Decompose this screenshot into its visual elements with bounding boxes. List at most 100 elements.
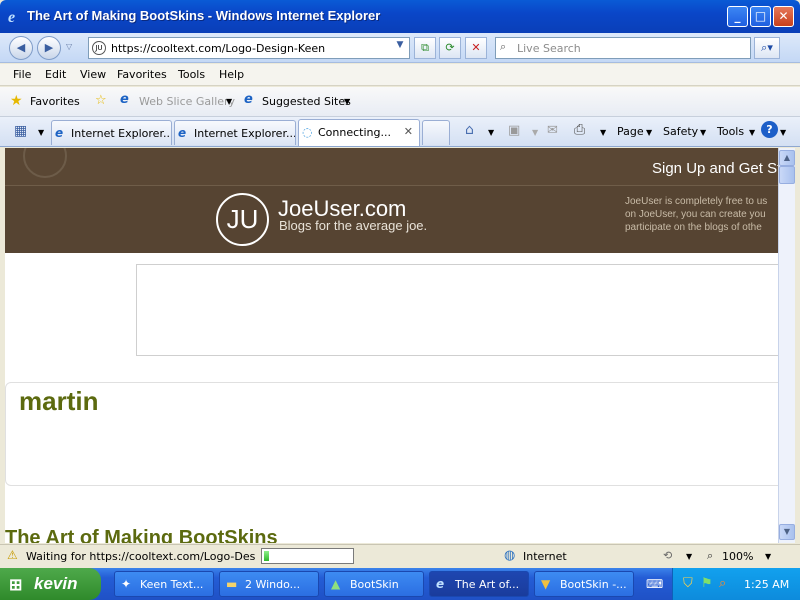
chevron-down-icon[interactable]: ▼ <box>532 128 538 137</box>
tab-1[interactable]: e Internet Explorer... <box>51 120 172 145</box>
address-input[interactable]: https://cooltext.com/Logo-Design-Keen <box>111 42 325 55</box>
recent-pages-dropdown[interactable]: ▽ <box>66 42 72 51</box>
task-keen-text[interactable]: ✦ Keen Text... <box>114 571 214 597</box>
blurb-line: on JoeUser, you can create you <box>625 209 766 220</box>
taskbar: ⊞ kevin ✦ Keen Text... ▬ 2 Windo... ▲ Bo… <box>0 568 800 600</box>
search-button[interactable]: ⌕▾ <box>754 37 780 59</box>
task-bootskin-2[interactable]: ▼ BootSkin -... <box>534 571 634 597</box>
menu-tools[interactable]: Tools <box>178 68 205 81</box>
scroll-up-button[interactable]: ▲ <box>779 150 795 166</box>
zoom-level[interactable]: 100% <box>722 550 753 563</box>
start-button[interactable]: ⊞ kevin <box>0 568 101 600</box>
chevron-down-icon[interactable]: ▼ <box>686 552 692 561</box>
tab-row: ▦ ▼ e Internet Explorer... e Internet Ex… <box>0 117 800 147</box>
chevron-down-icon[interactable]: ▼ <box>226 97 232 106</box>
shield-icon[interactable]: ⛉ <box>683 576 693 591</box>
chevron-down-icon[interactable]: ▼ <box>700 128 706 137</box>
favorites-button[interactable]: Favorites <box>30 95 80 108</box>
faded-logo-icon <box>23 148 67 178</box>
ie-icon: e <box>55 126 64 140</box>
zoom-icon: ⌕ <box>707 549 714 562</box>
task-ie-active[interactable]: e The Art of... <box>429 571 529 597</box>
favorites-bar: ★ Favorites ☆ e Web Slice Gallery ▼ e Su… <box>0 87 800 117</box>
search-icon: ⌕ <box>500 40 507 53</box>
protected-mode-icon[interactable]: ⟲ <box>663 549 672 562</box>
username-heading[interactable]: martin <box>19 386 98 417</box>
suggested-sites-link[interactable]: Suggested Sites <box>262 95 351 108</box>
back-button[interactable]: ◀ <box>9 36 33 60</box>
task-windows-explorer[interactable]: ▬ 2 Windo... <box>219 571 319 597</box>
ie-icon: e <box>120 92 129 107</box>
favorites-star-icon: ★ <box>10 93 23 109</box>
vertical-scrollbar[interactable]: ▲ ▼ <box>778 148 795 543</box>
post-title[interactable]: The Art of Making BootSkins <box>5 527 278 543</box>
new-tab-button[interactable] <box>422 120 450 145</box>
close-tab-icon[interactable]: ✕ <box>404 125 413 138</box>
web-slice-gallery-link[interactable]: Web Slice Gallery <box>139 95 235 108</box>
chevron-down-icon[interactable]: ▼ <box>646 128 652 137</box>
ie-window: e The Art of Making BootSkins - Windows … <box>0 0 800 568</box>
search-icon[interactable]: ⌕ <box>719 576 726 591</box>
page-content: Sign Up and Get St JU JoeUser.com Blogs … <box>5 148 778 543</box>
scroll-down-button[interactable]: ▼ <box>779 524 795 540</box>
search-box[interactable]: ⌕ Live Search <box>495 37 751 59</box>
page-menu-button[interactable]: Page <box>617 125 644 138</box>
stop-button[interactable]: ✕ <box>465 37 487 59</box>
minimize-button[interactable]: _ <box>727 6 748 27</box>
feeds-icon[interactable]: ▣ <box>508 123 520 138</box>
read-mail-icon[interactable]: ✉ <box>547 123 558 138</box>
tools-menu-button[interactable]: Tools <box>717 125 744 138</box>
app-icon: ✦ <box>121 577 132 591</box>
task-label: 2 Windo... <box>245 578 301 591</box>
window-title: The Art of Making BootSkins - Windows In… <box>27 8 381 23</box>
title-bar[interactable]: e The Art of Making BootSkins - Windows … <box>0 0 800 33</box>
keyboard-icon[interactable]: ⌨ <box>646 577 663 591</box>
tab-label: Connecting... <box>318 126 391 139</box>
help-icon[interactable]: ? <box>761 121 778 138</box>
refresh-button[interactable]: ⟳ <box>439 37 461 59</box>
folder-icon: ▬ <box>226 577 238 591</box>
start-label: kevin <box>34 574 78 593</box>
search-input[interactable]: Live Search <box>517 42 581 55</box>
add-favorite-icon[interactable]: ☆ <box>95 93 107 108</box>
maximize-button[interactable]: □ <box>750 6 771 27</box>
forward-button[interactable]: ▶ <box>37 36 61 60</box>
joeuser-logo-icon[interactable]: JU <box>216 193 269 246</box>
clock[interactable]: 1:25 AM <box>744 578 789 591</box>
menu-file[interactable]: File <box>13 68 31 81</box>
blurb-line: participate on the blogs of othe <box>625 222 762 233</box>
chevron-down-icon[interactable]: ▼ <box>749 128 755 137</box>
chevron-down-icon[interactable]: ▼ <box>344 97 350 106</box>
site-top-bar: Sign Up and Get St <box>5 148 778 185</box>
menu-favorites[interactable]: Favorites <box>117 68 167 81</box>
chevron-down-icon[interactable]: ▼ <box>765 552 771 561</box>
tab-list-dropdown[interactable]: ▼ <box>38 128 44 137</box>
favicon-icon: JU <box>92 41 106 55</box>
chevron-down-icon[interactable]: ▼ <box>780 128 786 137</box>
quick-tabs-icon[interactable]: ▦ <box>14 123 27 139</box>
bootskin-icon: ▲ <box>331 577 341 591</box>
address-bar[interactable]: JU https://cooltext.com/Logo-Design-Keen… <box>88 37 410 59</box>
status-bar: ⚠ Waiting for https://cooltext.com/Logo-… <box>0 544 800 568</box>
chevron-down-icon[interactable]: ▼ <box>600 128 606 137</box>
menu-edit[interactable]: Edit <box>45 68 66 81</box>
scroll-thumb[interactable] <box>779 166 795 184</box>
menu-view[interactable]: View <box>80 68 106 81</box>
chevron-down-icon[interactable]: ▼ <box>393 40 407 56</box>
task-label: Keen Text... <box>140 578 204 591</box>
close-button[interactable]: ✕ <box>773 6 794 27</box>
compatibility-view-button[interactable]: ⧉ <box>414 37 436 59</box>
tab-3[interactable]: ◌ Connecting... ✕ <box>298 119 420 146</box>
site-tagline: Blogs for the average joe. <box>279 218 428 233</box>
safety-menu-button[interactable]: Safety <box>663 125 698 138</box>
menu-help[interactable]: Help <box>219 68 244 81</box>
tab-label: Internet Explorer... <box>71 127 172 140</box>
security-zone[interactable]: Internet <box>523 550 567 563</box>
network-icon[interactable]: ⚑ <box>701 576 713 591</box>
signup-link[interactable]: Sign Up and Get St <box>652 160 778 177</box>
home-icon[interactable]: ⌂ <box>465 122 474 138</box>
print-icon[interactable]: ⎙ <box>574 122 585 138</box>
tab-2[interactable]: e Internet Explorer... <box>174 120 296 145</box>
task-bootskin[interactable]: ▲ BootSkin <box>324 571 424 597</box>
chevron-down-icon[interactable]: ▼ <box>488 128 494 137</box>
